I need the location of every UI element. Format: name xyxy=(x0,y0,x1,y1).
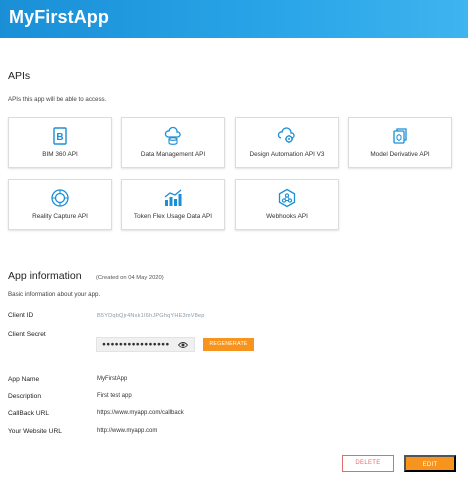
app-name-value: MyFirstApp xyxy=(97,376,128,382)
app-info-subtitle: Basic information about your app. xyxy=(8,291,101,298)
api-card-label: Model Derivative API xyxy=(370,151,430,158)
api-card-label: Reality Capture API xyxy=(32,213,88,220)
api-card-label: BIM 360 API xyxy=(42,151,78,158)
api-card-token-flex[interactable]: Token Flex Usage Data API xyxy=(121,179,225,230)
app-created-date: (Created on 04 May 2020) xyxy=(96,275,164,281)
description-label: Description xyxy=(8,393,41,400)
callback-url-label: CallBack URL xyxy=(8,410,50,417)
callback-url-value: https://www.myapp.com/callback xyxy=(97,410,184,416)
website-url-label: Your Website URL xyxy=(8,428,62,435)
delete-button[interactable]: DELETE xyxy=(342,455,394,472)
cloud-data-icon xyxy=(164,126,181,145)
webhook-icon xyxy=(278,188,296,208)
api-card-design-automation[interactable]: Design Automation API V3 xyxy=(235,117,339,168)
svg-text:B: B xyxy=(56,132,63,143)
cloud-gear-icon xyxy=(277,127,295,143)
client-id-label: Client ID xyxy=(8,312,34,319)
regenerate-button[interactable]: REGENERATE xyxy=(203,338,254,351)
api-card-label: Design Automation API V3 xyxy=(249,151,325,158)
apis-section-subtitle: APIs this app will be able to access. xyxy=(8,96,107,103)
app-header: MyFirstApp xyxy=(0,0,468,38)
description-value: First test app xyxy=(97,393,132,399)
bim360-icon: B xyxy=(53,127,67,145)
apis-section-title: APIs xyxy=(8,70,31,82)
api-card-reality-capture[interactable]: Reality Capture API xyxy=(8,179,112,230)
chart-icon xyxy=(164,189,182,206)
app-info-title: App information xyxy=(8,270,82,282)
client-secret-label: Client Secret xyxy=(8,331,46,338)
client-id-value: B5YDqbQjr4Nsk1I6hJPGhqYHE3mV8ep xyxy=(97,313,205,319)
api-card-webhooks[interactable]: Webhooks API xyxy=(235,179,339,230)
website-url-value: http://www.myapp.com xyxy=(97,428,158,434)
api-card-bim360[interactable]: B BIM 360 API xyxy=(8,117,112,168)
api-card-data-management[interactable]: Data Management API xyxy=(121,117,225,168)
app-title: MyFirstApp xyxy=(9,7,109,27)
reality-capture-icon xyxy=(51,189,69,207)
client-secret-field: ●●●●●●●●●●●●●●●● xyxy=(96,337,195,352)
api-card-label: Token Flex Usage Data API xyxy=(133,213,213,220)
api-card-model-derivative[interactable]: Model Derivative API xyxy=(348,117,452,168)
api-card-label: Data Management API xyxy=(140,151,206,158)
model-derivative-icon xyxy=(393,128,407,144)
eye-icon[interactable] xyxy=(178,341,188,349)
app-name-label: App Name xyxy=(8,376,40,383)
client-secret-value: ●●●●●●●●●●●●●●●● xyxy=(102,341,170,348)
edit-button[interactable]: EDIT xyxy=(404,455,456,472)
api-card-label: Webhooks API xyxy=(266,213,308,220)
